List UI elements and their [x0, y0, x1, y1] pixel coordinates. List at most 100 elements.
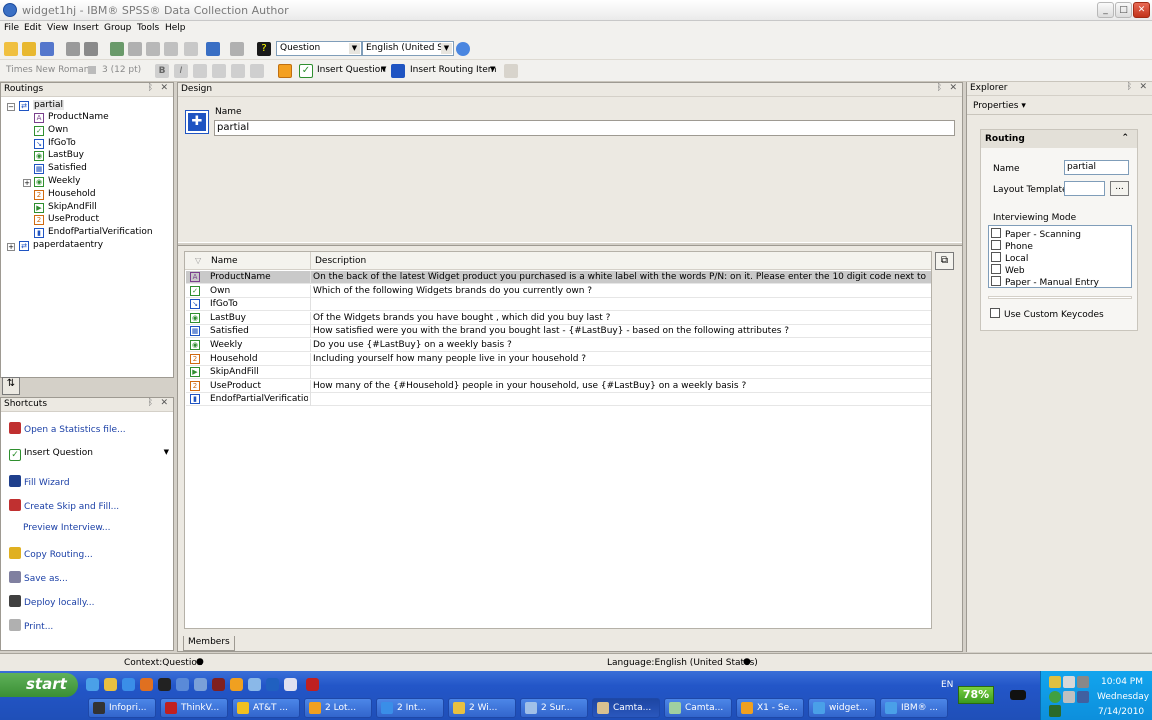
- quicklaunch-app-icon[interactable]: [194, 678, 207, 691]
- routing-section-header[interactable]: Routing ⌃: [981, 130, 1137, 148]
- taskbar-button[interactable]: Camta...: [664, 698, 732, 718]
- chevron-down-icon[interactable]: ▼: [381, 65, 386, 73]
- menu-group[interactable]: Group: [104, 23, 131, 33]
- quicklaunch-app3-icon[interactable]: [266, 678, 279, 691]
- language-indicator[interactable]: EN: [941, 680, 953, 690]
- chevron-down-icon[interactable]: ▼: [490, 65, 495, 73]
- use-custom-keycodes[interactable]: Use Custom Keycodes: [990, 308, 1104, 320]
- copy-icon[interactable]: [146, 42, 160, 56]
- volume-icon[interactable]: [1077, 676, 1089, 688]
- table-row[interactable]: ▦ Satisfied How satisfied were you with th…: [186, 325, 931, 339]
- insert-question-button[interactable]: Insert Question: [317, 65, 386, 75]
- taskbar-button[interactable]: AT&T ...: [232, 698, 300, 718]
- insert-routing-button[interactable]: Insert Routing Item: [410, 65, 497, 75]
- close-icon[interactable]: ✕: [1139, 82, 1147, 92]
- tray-icon[interactable]: [1063, 676, 1075, 688]
- quicklaunch-firefox-icon[interactable]: [140, 678, 153, 691]
- insert-routing-icon[interactable]: [391, 64, 405, 78]
- italic-icon[interactable]: I: [174, 64, 188, 78]
- mode-paper-manual[interactable]: Paper - Manual Entry: [991, 276, 1099, 288]
- align-icon[interactable]: [193, 64, 207, 78]
- checkbox[interactable]: [991, 264, 1001, 274]
- bold-icon[interactable]: B: [155, 64, 169, 78]
- pin-icon[interactable]: ᛒ: [937, 83, 942, 93]
- quicklaunch-doc-icon[interactable]: [176, 678, 189, 691]
- mode-paper-scanning[interactable]: Paper - Scanning: [991, 228, 1081, 240]
- spellcheck-icon[interactable]: [110, 42, 124, 56]
- menu-help[interactable]: Help: [165, 23, 186, 33]
- insert-question-icon[interactable]: ✓: [299, 64, 313, 78]
- minimize-button[interactable]: _: [1097, 2, 1114, 18]
- maximize-button[interactable]: □: [1115, 2, 1132, 18]
- tray-icon[interactable]: [1049, 691, 1061, 703]
- table-row[interactable]: ✓ Own Which of the following Widgets brand…: [186, 284, 931, 298]
- shortcut-preview[interactable]: Preview Interview...: [23, 523, 111, 533]
- tree-item[interactable]: ▦ Satisfied: [34, 163, 87, 176]
- globe-icon[interactable]: [456, 42, 470, 56]
- menu-tools[interactable]: Tools: [137, 23, 159, 33]
- taskbar-button[interactable]: Camta...: [592, 698, 660, 718]
- quicklaunch-search-icon[interactable]: [248, 678, 261, 691]
- taskbar-button[interactable]: 2 Int...: [376, 698, 444, 718]
- print-icon[interactable]: [84, 42, 98, 56]
- power-plug-icon[interactable]: [1010, 690, 1026, 700]
- taskbar-button[interactable]: Infopri...: [88, 698, 156, 718]
- col-description-header[interactable]: Description: [315, 256, 366, 266]
- shortcut-print[interactable]: Print...: [9, 619, 53, 632]
- taskbar-button[interactable]: X1 - Se...: [736, 698, 804, 718]
- routing-view-tab-icon[interactable]: ⇅: [2, 377, 20, 395]
- tray-icon[interactable]: [1049, 705, 1061, 717]
- pin-icon[interactable]: ᛒ: [148, 83, 153, 93]
- quicklaunch-app2-icon[interactable]: [230, 678, 243, 691]
- menu-insert[interactable]: Insert: [73, 23, 99, 33]
- mode-web[interactable]: Web: [991, 264, 1025, 276]
- checkbox[interactable]: [990, 308, 1000, 318]
- tree-item[interactable]: ▶ SkipAndFill: [34, 202, 97, 215]
- pin-icon[interactable]: ᛒ: [148, 398, 153, 408]
- tree-item[interactable]: ◉ Weekly: [34, 176, 80, 189]
- redo-icon[interactable]: [230, 42, 244, 56]
- checkbox[interactable]: [991, 276, 1001, 286]
- pin-icon[interactable]: ᛒ: [1127, 82, 1132, 92]
- new-icon[interactable]: [4, 42, 18, 56]
- menu-file[interactable]: File: [4, 23, 19, 33]
- tree-root-paperdataentry[interactable]: ⇄ paperdataentry: [19, 240, 103, 253]
- font-combo[interactable]: Times New Roman: [6, 65, 89, 75]
- battery-meter[interactable]: 78%: [958, 686, 994, 704]
- collapse-icon[interactable]: −: [7, 103, 15, 111]
- print-preview-icon[interactable]: [66, 42, 80, 56]
- delete-icon[interactable]: [184, 42, 198, 56]
- indent-icon[interactable]: [231, 64, 245, 78]
- table-row[interactable]: ↘ IfGoTo: [186, 298, 931, 312]
- shortcut-insert-question[interactable]: ✓ Insert Question ▼: [9, 448, 169, 461]
- grid-settings-icon[interactable]: ⧉: [935, 252, 954, 270]
- close-button[interactable]: ✕: [1133, 2, 1150, 18]
- quicklaunch-folder-icon[interactable]: [104, 678, 117, 691]
- expand-icon[interactable]: +: [23, 179, 31, 187]
- undo-icon[interactable]: [206, 42, 220, 56]
- toolbar-options-icon[interactable]: [504, 64, 518, 78]
- taskbar-button[interactable]: widget...: [808, 698, 876, 718]
- cut-icon[interactable]: [128, 42, 142, 56]
- col-name-header[interactable]: Name: [211, 256, 238, 266]
- font-size-combo[interactable]: 3 (12 pt): [102, 65, 141, 75]
- quicklaunch-app5-icon[interactable]: [306, 678, 319, 691]
- shortcut-fill-wizard[interactable]: Fill Wizard: [9, 475, 70, 488]
- tree-item[interactable]: 2 Household: [34, 189, 96, 202]
- taskbar-button[interactable]: 2 Wi...: [448, 698, 516, 718]
- tree-item[interactable]: ↘ IfGoTo: [34, 138, 76, 151]
- layout-template-field[interactable]: [1064, 181, 1105, 196]
- object-type-combo[interactable]: Question ▼: [276, 41, 362, 56]
- name-prop-field[interactable]: partial: [1064, 160, 1129, 175]
- table-row[interactable]: ◉ Weekly Do you use {#LastBuy} on a weekly…: [186, 339, 931, 352]
- network-icon[interactable]: [1063, 691, 1075, 703]
- language-combo[interactable]: English (United St ▼: [362, 41, 454, 56]
- shortcut-deploy[interactable]: Deploy locally...: [9, 595, 94, 608]
- shortcut-save-as[interactable]: Save as...: [9, 571, 68, 584]
- menu-view[interactable]: View: [47, 23, 68, 33]
- tree-item[interactable]: ✓ Own: [34, 125, 68, 138]
- list-icon[interactable]: [212, 64, 226, 78]
- taskbar-button[interactable]: 2 Lot...: [304, 698, 372, 718]
- shortcut-create-skip[interactable]: Create Skip and Fill...: [9, 499, 119, 512]
- table-row[interactable]: ◉ LastBuy Of the Widgets brands you have b…: [186, 311, 931, 325]
